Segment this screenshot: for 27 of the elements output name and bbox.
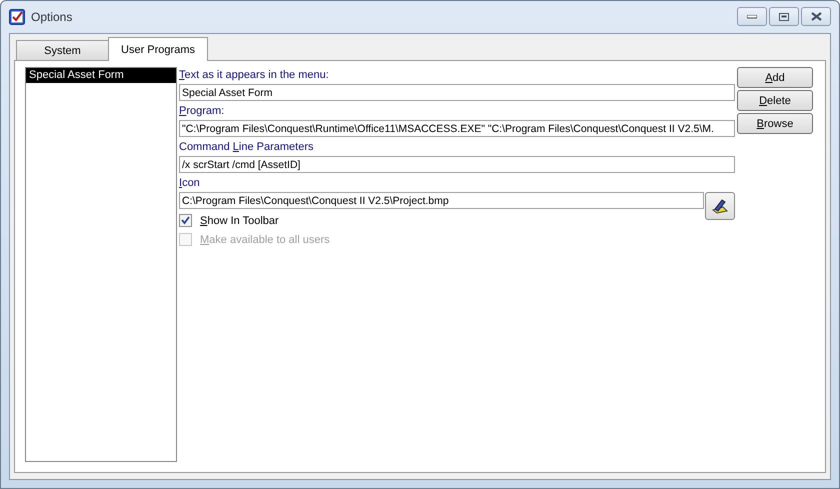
tab[interactable]: User Programs <box>108 37 208 61</box>
minimize-icon <box>747 14 757 18</box>
field-label: Command Line Parameters <box>179 140 315 155</box>
input-field[interactable]: /x scrStart /cmd [AssetID] <box>179 156 735 173</box>
window-title: Options <box>31 10 72 24</box>
app-icon <box>9 9 25 25</box>
action-button[interactable]: Browse <box>737 113 813 134</box>
maximize-button[interactable] <box>769 7 799 26</box>
minimize-button[interactable] <box>737 7 767 26</box>
field-label: Icon <box>179 176 201 191</box>
pencil-icon <box>711 198 729 214</box>
input-field[interactable]: C:\Program Files\Conquest\Conquest II V2.5\Project.bmp <box>179 192 704 209</box>
tab[interactable]: System <box>16 40 109 60</box>
input-field[interactable]: "C:\Program Files\Conquest\Runtime\Office11\MSACCESS.EXE" "C:\Program Files\Conquest\Conquest II V2.5\M. <box>179 120 735 137</box>
list-item[interactable]: Special Asset Form <box>26 68 176 83</box>
action-button[interactable]: Delete <box>737 90 813 111</box>
action-button[interactable]: Add <box>737 67 813 88</box>
checkbox-label: Make available to all users <box>200 234 330 246</box>
input-field[interactable]: Special Asset Form <box>179 84 735 101</box>
close-button[interactable] <box>801 7 831 26</box>
maximize-icon <box>779 12 789 20</box>
field-label: Text as it appears in the menu: <box>179 68 330 83</box>
checkbox[interactable] <box>179 214 192 227</box>
icon-picker-button[interactable] <box>705 192 735 220</box>
checkbox-label: Show In Toolbar <box>200 214 279 226</box>
field-label: Program: <box>179 104 226 119</box>
close-icon <box>810 12 822 21</box>
